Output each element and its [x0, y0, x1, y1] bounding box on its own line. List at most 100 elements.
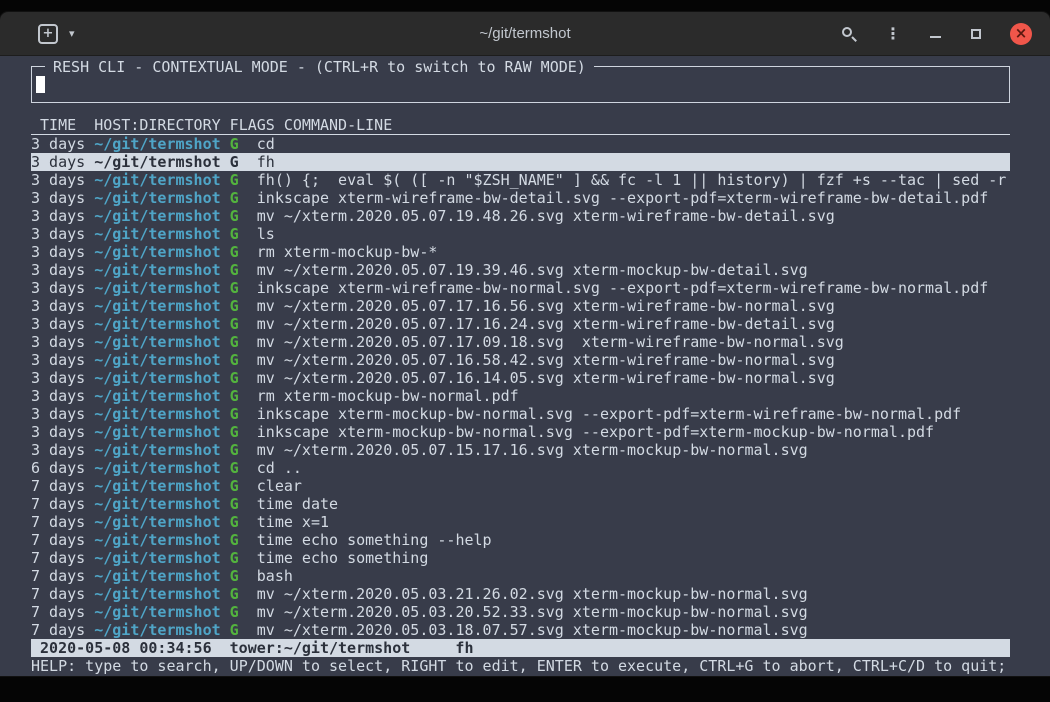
row-flags: G [221, 441, 257, 459]
status-datetime: 2020-05-08 00:34:56 [40, 639, 212, 657]
history-row[interactable]: 3 days ~/git/termshot G inkscape xterm-w… [31, 279, 1010, 297]
row-flags: G [221, 387, 257, 405]
row-host: ~/git/termshot [94, 261, 220, 279]
history-row[interactable]: 3 days ~/git/termshot G ls [31, 225, 1010, 243]
history-row[interactable]: 7 days ~/git/termshot G clear [31, 477, 1010, 495]
row-flags: G [221, 495, 257, 513]
history-row[interactable]: 3 days ~/git/termshot G mv ~/xterm.2020.… [31, 351, 1010, 369]
row-command: fh() {; eval $( ([ -n "$ZSH_NAME" ] && f… [257, 171, 1007, 189]
row-host: ~/git/termshot [94, 351, 220, 369]
history-row[interactable]: 3 days ~/git/termshot G inkscape xterm-m… [31, 423, 1010, 441]
row-command: cd .. [257, 459, 302, 477]
restore-icon[interactable] [969, 25, 983, 43]
row-command: mv ~/xterm.2020.05.07.19.39.46.svg xterm… [257, 261, 808, 279]
history-row[interactable]: 7 days ~/git/termshot G mv ~/xterm.2020.… [31, 603, 1010, 621]
row-flags: G [221, 567, 257, 585]
row-time: 3 days [31, 369, 94, 387]
history-row[interactable]: 3 days ~/git/termshot G mv ~/xterm.2020.… [31, 315, 1010, 333]
new-tab-button[interactable]: + [38, 24, 58, 44]
row-host: ~/git/termshot [94, 243, 220, 261]
history-row[interactable]: 3 days ~/git/termshot G mv ~/xterm.2020.… [31, 297, 1010, 315]
row-flags: G [221, 261, 257, 279]
history-row[interactable]: 7 days ~/git/termshot G bash [31, 567, 1010, 585]
row-time: 7 days [31, 567, 94, 585]
row-flags: G [221, 189, 257, 207]
row-flags: G [221, 225, 257, 243]
row-time: 3 days [31, 207, 94, 225]
row-flags: G [221, 153, 257, 171]
row-time: 3 days [31, 225, 94, 243]
row-time: 3 days [31, 315, 94, 333]
row-host: ~/git/termshot [94, 207, 220, 225]
row-command: time echo something --help [257, 531, 492, 549]
close-x-glyph: × [1015, 26, 1028, 41]
row-host: ~/git/termshot [94, 531, 220, 549]
new-tab-icon: + [43, 27, 54, 40]
row-flags: G [221, 621, 257, 639]
history-row[interactable]: 7 days ~/git/termshot G mv ~/xterm.2020.… [31, 621, 1010, 639]
search-panel[interactable]: RESH CLI - CONTEXTUAL MODE - (CTRL+R to … [31, 66, 1010, 103]
row-time: 3 days [31, 171, 94, 189]
row-time: 3 days [31, 441, 94, 459]
row-host: ~/git/termshot [94, 387, 220, 405]
history-row[interactable]: 3 days ~/git/termshot G rm xterm-mockup-… [31, 243, 1010, 261]
row-command: mv ~/xterm.2020.05.07.19.48.26.svg xterm… [257, 207, 835, 225]
history-row[interactable]: 3 days ~/git/termshot G inkscape xterm-m… [31, 405, 1010, 423]
row-command: time echo something [257, 549, 429, 567]
history-row[interactable]: 3 days ~/git/termshot G mv ~/xterm.2020.… [31, 261, 1010, 279]
row-time: 3 days [31, 297, 94, 315]
history-row[interactable]: 3 days ~/git/termshot G rm xterm-mockup-… [31, 387, 1010, 405]
row-time: 3 days [31, 189, 94, 207]
row-time: 3 days [31, 153, 94, 171]
history-row[interactable]: 7 days ~/git/termshot G time echo someth… [31, 531, 1010, 549]
row-host: ~/git/termshot [94, 621, 220, 639]
search-panel-title: RESH CLI - CONTEXTUAL MODE - (CTRL+R to … [45, 58, 594, 76]
history-row[interactable]: 3 days ~/git/termshot G cd [31, 135, 1010, 153]
history-row[interactable]: 3 days ~/git/termshot G mv ~/xterm.2020.… [31, 207, 1010, 225]
row-host: ~/git/termshot [94, 297, 220, 315]
history-row[interactable]: 3 days ~/git/termshot G inkscape xterm-w… [31, 189, 1010, 207]
row-command: mv ~/xterm.2020.05.07.16.14.05.svg xterm… [257, 369, 835, 387]
row-command: mv ~/xterm.2020.05.07.16.58.42.svg xterm… [257, 351, 835, 369]
history-row[interactable]: 7 days ~/git/termshot G time date [31, 495, 1010, 513]
search-icon[interactable] [840, 25, 858, 43]
row-flags: G [221, 135, 257, 153]
row-flags: G [221, 207, 257, 225]
minimize-icon[interactable] [928, 25, 942, 43]
row-command: mv ~/xterm.2020.05.03.21.26.02.svg xterm… [257, 585, 808, 603]
row-flags: G [221, 315, 257, 333]
history-row[interactable]: 7 days ~/git/termshot G time echo someth… [31, 549, 1010, 567]
history-row[interactable]: 3 days ~/git/termshot G mv ~/xterm.2020.… [31, 369, 1010, 387]
row-time: 3 days [31, 387, 94, 405]
history-row[interactable]: 3 days ~/git/termshot G mv ~/xterm.2020.… [31, 441, 1010, 459]
search-input[interactable] [36, 76, 45, 93]
history-row[interactable]: 7 days ~/git/termshot G mv ~/xterm.2020.… [31, 585, 1010, 603]
history-row[interactable]: 3 days ~/git/termshot G mv ~/xterm.2020.… [31, 333, 1010, 351]
row-time: 6 days [31, 459, 94, 477]
row-time: 7 days [31, 603, 94, 621]
row-flags: G [221, 459, 257, 477]
history-row[interactable]: 3 days ~/git/termshot G fh() {; eval $( … [31, 171, 1010, 189]
row-flags: G [221, 423, 257, 441]
window-title: ~/git/termshot [479, 25, 570, 42]
row-command: time x=1 [257, 513, 329, 531]
row-command: cd [257, 135, 275, 153]
row-host: ~/git/termshot [94, 603, 220, 621]
row-host: ~/git/termshot [94, 441, 220, 459]
new-tab-dropdown-icon[interactable]: ▾ [69, 27, 75, 40]
history-row[interactable]: 7 days ~/git/termshot G time x=1 [31, 513, 1010, 531]
menu-icon[interactable]: ⋮ [885, 25, 901, 43]
history-row[interactable]: 6 days ~/git/termshot G cd .. [31, 459, 1010, 477]
titlebar[interactable]: + ▾ ~/git/termshot ⋮ × [0, 12, 1050, 56]
status-command: fh [455, 639, 473, 657]
row-time: 3 days [31, 351, 94, 369]
row-host: ~/git/termshot [94, 333, 220, 351]
row-command: mv ~/xterm.2020.05.03.18.07.57.svg xterm… [257, 621, 808, 639]
close-icon[interactable]: × [1010, 23, 1032, 45]
history-row[interactable]: 3 days ~/git/termshot G fh [31, 153, 1010, 171]
row-time: 3 days [31, 405, 94, 423]
row-flags: G [221, 477, 257, 495]
row-command: mv ~/xterm.2020.05.07.17.09.18.svg xterm… [257, 333, 844, 351]
row-host: ~/git/termshot [94, 513, 220, 531]
status-host-path: tower:~/git/termshot [230, 639, 411, 657]
